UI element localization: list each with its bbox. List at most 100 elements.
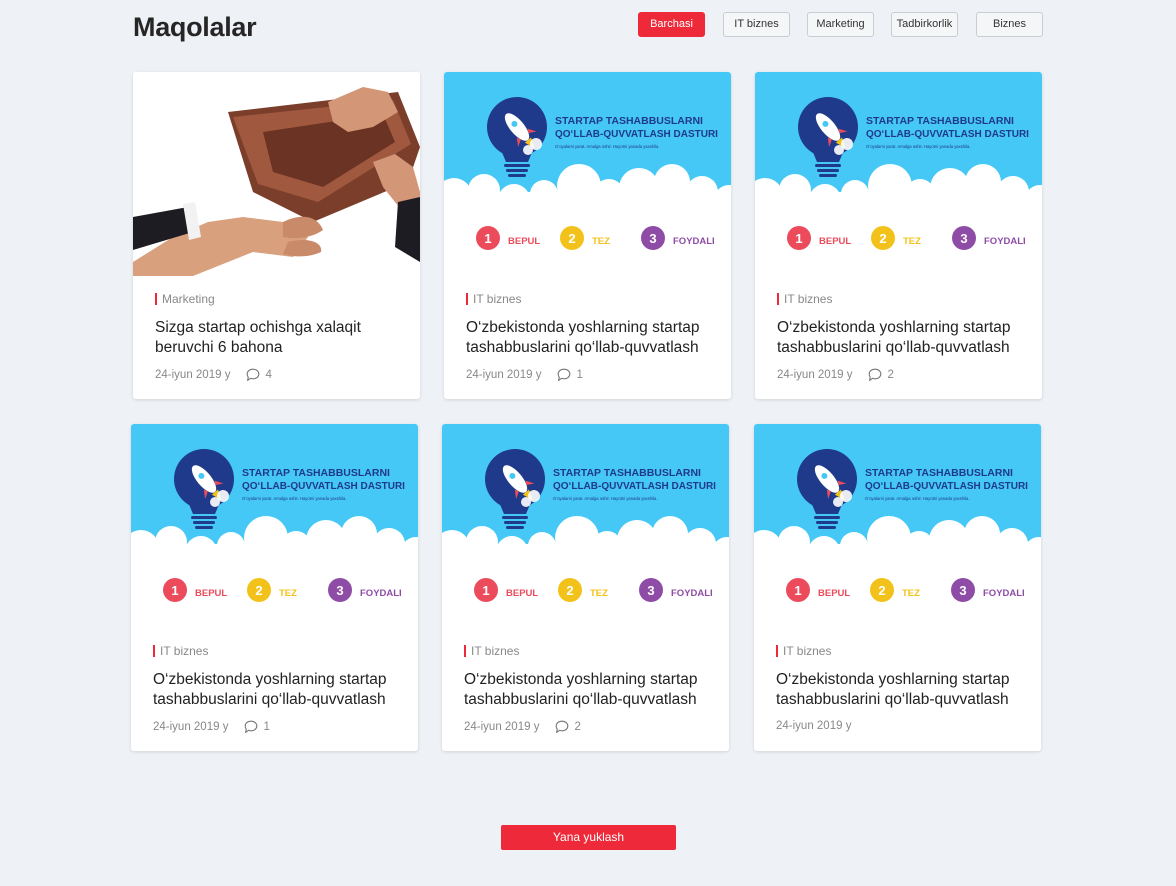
comment-icon — [247, 368, 260, 381]
article-image[interactable]: STARTAP TASHABBUSLARNI QO‘LLAB-QUVVATLAS… — [444, 72, 731, 276]
svg-text:TEZ: TEZ — [903, 236, 921, 247]
svg-text:QO‘LLAB-QUVVATLASH DASTURI: QO‘LLAB-QUVVATLASH DASTURI — [555, 129, 718, 140]
article-title[interactable]: O‘zbekistonda yoshlarning startap tashab… — [153, 670, 403, 710]
svg-text:1: 1 — [484, 231, 491, 246]
article-meta: 24-iyun 2019 y 2 — [777, 368, 894, 382]
wallet-photo — [133, 72, 420, 276]
load-more-button[interactable]: Yana yuklash — [501, 825, 676, 850]
article-meta: 24-iyun 2019 y 2 — [464, 720, 581, 734]
article-image[interactable]: STARTAP TASHABBUSLARNI QO‘LLAB-QUVVATLAS… — [755, 72, 1042, 276]
article-category[interactable]: IT biznes — [464, 645, 519, 657]
article-image[interactable]: STARTAP TASHABBUSLARNI QO‘LLAB-QUVVATLAS… — [754, 424, 1041, 628]
svg-text:3: 3 — [959, 583, 966, 598]
article-category[interactable]: IT biznes — [466, 293, 521, 305]
svg-text:1: 1 — [794, 583, 801, 598]
article-image[interactable]: STARTAP TASHABBUSLARNI QO‘LLAB-QUVVATLAS… — [131, 424, 418, 628]
svg-text:TEZ: TEZ — [590, 588, 608, 599]
svg-text:2: 2 — [878, 583, 885, 598]
startup-banner-image: STARTAP TASHABBUSLARNI QO‘LLAB-QUVVATLAS… — [755, 72, 1042, 276]
article-title[interactable]: Sizga startap ochishga xalaqit beruvchi … — [155, 318, 405, 358]
comment-count[interactable]: 1 — [557, 368, 583, 382]
svg-text:FOYDALI: FOYDALI — [673, 236, 715, 247]
article-category[interactable]: Marketing — [155, 293, 215, 305]
svg-text:2: 2 — [568, 231, 575, 246]
startup-banner-image: STARTAP TASHABBUSLARNI QO‘LLAB-QUVVATLAS… — [444, 72, 731, 276]
svg-text:STARTAP TASHABBUSLARNI: STARTAP TASHABBUSLARNI — [866, 115, 1014, 127]
article-card[interactable]: STARTAP TASHABBUSLARNI QO‘LLAB-QUVVATLAS… — [444, 72, 731, 399]
filter-barchasi[interactable]: Barchasi — [638, 12, 705, 37]
svg-text:QO‘LLAB-QUVVATLASH DASTURI: QO‘LLAB-QUVVATLASH DASTURI — [553, 481, 716, 492]
svg-text:BEPUL: BEPUL — [819, 236, 851, 247]
svg-text:1: 1 — [795, 231, 802, 246]
filter-tadbirkorlik[interactable]: Tadbirkorlik — [891, 12, 958, 37]
comment-count-value: 2 — [887, 369, 894, 381]
svg-text:STARTAP TASHABBUSLARNI: STARTAP TASHABBUSLARNI — [555, 115, 703, 127]
svg-text:QO‘LLAB-QUVVATLASH DASTURI: QO‘LLAB-QUVVATLASH DASTURI — [242, 481, 405, 492]
svg-text:1: 1 — [171, 583, 178, 598]
article-card[interactable]: STARTAP TASHABBUSLARNI QO‘LLAB-QUVVATLAS… — [442, 424, 729, 751]
svg-text:STARTAP TASHABBUSLARNI: STARTAP TASHABBUSLARNI — [865, 467, 1013, 479]
article-card[interactable]: STARTAP TASHABBUSLARNI QO‘LLAB-QUVVATLAS… — [754, 424, 1041, 751]
comment-count[interactable]: 4 — [246, 368, 272, 382]
article-title[interactable]: O‘zbekistonda yoshlarning startap tashab… — [464, 670, 714, 710]
svg-text:G‘oyalarni yarat. Amalga oshir: G‘oyalarni yarat. Amalga oshir. Hayotni … — [555, 144, 660, 149]
svg-text:3: 3 — [336, 583, 343, 598]
svg-text:3: 3 — [647, 583, 654, 598]
svg-text:STARTAP TASHABBUSLARNI: STARTAP TASHABBUSLARNI — [553, 467, 701, 479]
comment-icon — [245, 720, 258, 733]
comment-count-value: 1 — [576, 369, 583, 381]
article-meta: 24-iyun 2019 y 4 — [155, 368, 272, 382]
filter-it-biznes[interactable]: IT biznes — [723, 12, 790, 37]
article-category[interactable]: IT biznes — [776, 645, 831, 657]
svg-text:BEPUL: BEPUL — [818, 588, 850, 599]
svg-text:STARTAP TASHABBUSLARNI: STARTAP TASHABBUSLARNI — [242, 467, 390, 479]
article-meta: 24-iyun 2019 y 1 — [153, 720, 270, 734]
comment-icon — [556, 720, 569, 733]
article-title[interactable]: O‘zbekistonda yoshlarning startap tashab… — [777, 318, 1027, 358]
svg-text:TEZ: TEZ — [279, 588, 297, 599]
comment-count[interactable]: 2 — [868, 368, 894, 382]
svg-text:G‘oyalarni yarat. Amalga oshir: G‘oyalarni yarat. Amalga oshir. Hayotni … — [865, 496, 970, 501]
startup-banner-image: STARTAP TASHABBUSLARNI QO‘LLAB-QUVVATLAS… — [131, 424, 418, 628]
article-date: 24-iyun 2019 y — [777, 369, 853, 381]
svg-text:FOYDALI: FOYDALI — [984, 236, 1026, 247]
svg-text:BEPUL: BEPUL — [506, 588, 538, 599]
svg-text:FOYDALI: FOYDALI — [983, 588, 1025, 599]
svg-text:3: 3 — [960, 231, 967, 246]
article-card[interactable]: STARTAP TASHABBUSLARNI QO‘LLAB-QUVVATLAS… — [131, 424, 418, 751]
article-category[interactable]: IT biznes — [153, 645, 208, 657]
article-card[interactable]: STARTAP TASHABBUSLARNI QO‘LLAB-QUVVATLAS… — [755, 72, 1042, 399]
comment-count-value: 4 — [265, 369, 272, 381]
svg-text:FOYDALI: FOYDALI — [360, 588, 402, 599]
svg-text:BEPUL: BEPUL — [508, 236, 540, 247]
article-card[interactable]: Marketing Sizga startap ochishga xalaqit… — [133, 72, 420, 399]
svg-text:3: 3 — [649, 231, 656, 246]
svg-text:G‘oyalarni yarat. Amalga oshir: G‘oyalarni yarat. Amalga oshir. Hayotni … — [553, 496, 658, 501]
article-date: 24-iyun 2019 y — [153, 721, 229, 733]
svg-text:2: 2 — [566, 583, 573, 598]
comment-icon — [869, 368, 882, 381]
article-meta: 24-iyun 2019 y 1 — [466, 368, 583, 382]
page-title: Maqolalar — [133, 12, 257, 42]
article-meta: 24-iyun 2019 y — [776, 720, 851, 732]
svg-text:2: 2 — [879, 231, 886, 246]
comment-count-value: 2 — [574, 721, 581, 733]
svg-text:TEZ: TEZ — [902, 588, 920, 599]
article-title[interactable]: O‘zbekistonda yoshlarning startap tashab… — [776, 670, 1026, 710]
article-title[interactable]: O‘zbekistonda yoshlarning startap tashab… — [466, 318, 716, 358]
svg-text:2: 2 — [255, 583, 262, 598]
article-date: 24-iyun 2019 y — [464, 721, 540, 733]
svg-text:TEZ: TEZ — [592, 236, 610, 247]
comment-count[interactable]: 1 — [244, 720, 270, 734]
article-image[interactable]: STARTAP TASHABBUSLARNI QO‘LLAB-QUVVATLAS… — [442, 424, 729, 628]
article-image[interactable] — [133, 72, 420, 276]
comment-icon — [558, 368, 571, 381]
comment-count[interactable]: 2 — [555, 720, 581, 734]
article-category[interactable]: IT biznes — [777, 293, 832, 305]
startup-banner-image: STARTAP TASHABBUSLARNI QO‘LLAB-QUVVATLAS… — [442, 424, 729, 628]
filter-biznes[interactable]: Biznes — [976, 12, 1043, 37]
filter-marketing[interactable]: Marketing — [807, 12, 874, 37]
article-date: 24-iyun 2019 y — [776, 720, 852, 732]
article-date: 24-iyun 2019 y — [155, 369, 231, 381]
comment-count-value: 1 — [263, 721, 270, 733]
